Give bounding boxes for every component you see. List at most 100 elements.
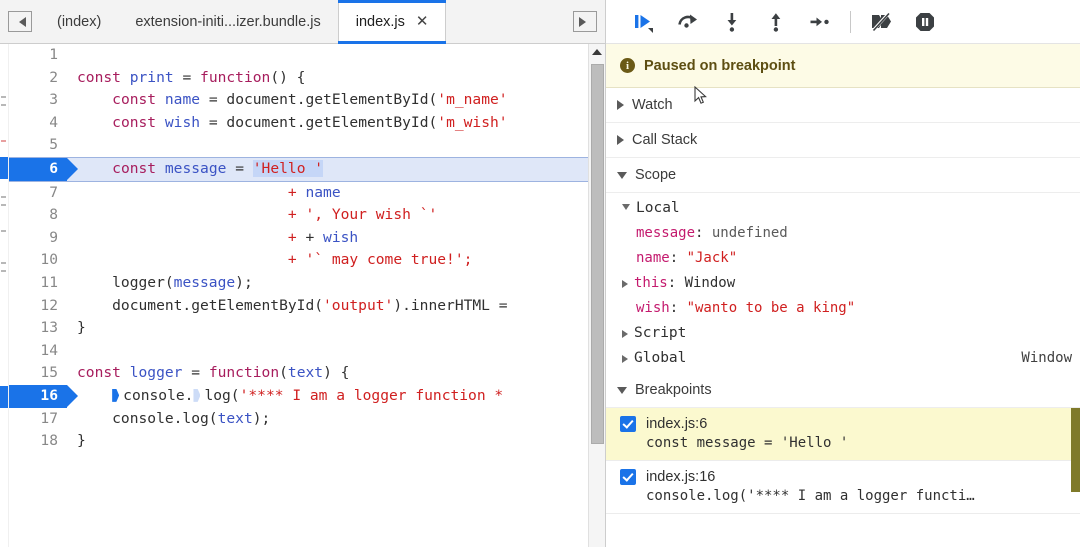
line-number[interactable]: 16	[9, 384, 78, 408]
step-out-button[interactable]	[754, 4, 798, 40]
step-button[interactable]	[798, 4, 842, 40]
line-number[interactable]: 7	[9, 182, 67, 205]
editor-pane: (index) extension-initi...izer.bundle.js…	[0, 0, 606, 547]
line-number[interactable]: 3	[9, 89, 67, 112]
code-line-text: const print = function() {	[67, 67, 605, 90]
code-line[interactable]: 2 const print = function() {	[9, 67, 605, 90]
scope-variable-name: message	[636, 225, 696, 241]
tab-extension-initializer-bundle[interactable]: extension-initi...izer.bundle.js	[118, 0, 338, 43]
code-line[interactable]: 5	[9, 134, 605, 157]
step-over-button[interactable]	[666, 4, 710, 40]
code-line-text: const logger = function(text) {	[67, 362, 605, 385]
code-line[interactable]: 11 logger(message);	[9, 272, 605, 295]
deactivate-breakpoints-button[interactable]	[859, 4, 903, 40]
scope-group-local[interactable]: Local	[606, 196, 1080, 221]
line-number[interactable]: 2	[9, 67, 67, 90]
code-line[interactable]: 14	[9, 340, 605, 363]
code-token: 'm_name'	[437, 91, 508, 109]
scope-variable-row[interactable]: this: Window	[606, 271, 1080, 296]
code-line[interactable]: 13}	[9, 317, 605, 340]
inline-breakpoint-icon[interactable]	[193, 389, 204, 402]
code-token: const	[77, 364, 121, 382]
line-number[interactable]: 9	[9, 227, 67, 250]
line-number[interactable]: 11	[9, 272, 67, 295]
code-line[interactable]: 3 const name = document.getElementById('…	[9, 89, 605, 112]
editor-vertical-scrollbar[interactable]	[588, 44, 605, 547]
code-token: }	[77, 319, 86, 337]
breakpoint-snippet: console.log('**** I am a logger functi…	[646, 488, 975, 504]
line-number[interactable]: 12	[9, 295, 67, 318]
code-line[interactable]: 1	[9, 44, 605, 67]
scroll-up-icon[interactable]	[589, 44, 605, 59]
line-number[interactable]: 18	[9, 430, 67, 453]
line-number[interactable]: 10	[9, 249, 67, 272]
code-lines[interactable]: 1 2 const print = function() {3 const name…	[9, 44, 605, 547]
tab-label: extension-initi...izer.bundle.js	[135, 13, 321, 30]
code-token: function	[200, 68, 271, 86]
line-number[interactable]: 17	[9, 408, 67, 431]
code-line-text: + '` may come true!';	[67, 249, 605, 272]
line-number[interactable]: 4	[9, 112, 67, 135]
scroll-tabs-left-button[interactable]	[0, 0, 40, 43]
code-line[interactable]: 4 const wish = document.getElementById('…	[9, 112, 605, 135]
step-into-button[interactable]	[710, 4, 754, 40]
code-line[interactable]: 8 + ', Your wish `'	[9, 204, 605, 227]
scope-variable-separator: :	[669, 250, 687, 266]
line-number[interactable]: 6	[9, 157, 78, 181]
section-watch[interactable]: Watch	[606, 88, 1080, 123]
line-number[interactable]: 5	[9, 134, 67, 157]
scope-variable-name: wish	[636, 300, 670, 316]
scrollbar-thumb[interactable]	[591, 64, 604, 444]
code-line[interactable]: 7 + name	[9, 182, 605, 205]
scope-variable-value: "Jack"	[686, 250, 738, 266]
section-call-stack[interactable]: Call Stack	[606, 123, 1080, 158]
scroll-tabs-right-button[interactable]	[565, 0, 605, 43]
section-label: Call Stack	[632, 132, 698, 148]
breakpoint-location[interactable]: index.js:6	[646, 416, 707, 432]
code-line[interactable]: 18}	[9, 430, 605, 453]
line-number[interactable]: 13	[9, 317, 67, 340]
section-scope[interactable]: Scope	[606, 158, 1080, 193]
chevron-down-icon	[617, 171, 627, 179]
scope-group-global[interactable]: Global Window	[606, 346, 1080, 371]
tab-label: (index)	[57, 13, 102, 30]
breakpoint-marker-line16	[0, 386, 8, 408]
resume-button[interactable]	[622, 4, 666, 40]
code-token: 'm_wish'	[437, 113, 508, 131]
breakpoint-location[interactable]: index.js:16	[646, 469, 715, 485]
breakpoint-item[interactable]: index.js:6 const message = 'Hello '	[606, 408, 1080, 461]
pause-on-exceptions-button[interactable]	[903, 4, 947, 40]
code-line[interactable]: 16 console. log('**** I am a logger funct…	[9, 384, 605, 408]
line-number[interactable]: 8	[9, 204, 67, 227]
code-token: console.log(	[77, 409, 218, 427]
code-line[interactable]: 17 console.log(text);	[9, 408, 605, 431]
line-number[interactable]: 14	[9, 340, 67, 363]
code-line[interactable]: 12 document.getElementById('output').inn…	[9, 295, 605, 318]
code-area[interactable]: 1 2 const print = function() {3 const name…	[0, 44, 605, 547]
code-token: const	[112, 159, 157, 177]
breakpoint-checkbox[interactable]	[620, 416, 636, 432]
breakpoints-scrollbar[interactable]	[1071, 408, 1080, 492]
line-number[interactable]: 15	[9, 362, 67, 385]
code-token: log(	[204, 386, 240, 404]
scope-group-script[interactable]: Script	[606, 321, 1080, 346]
scope-variable-name: this	[634, 275, 668, 291]
code-line[interactable]: 10 + '` may come true!';	[9, 249, 605, 272]
code-line[interactable]: 6 const message = 'Hello '	[9, 156, 605, 182]
toolbar-separator	[850, 10, 851, 33]
section-breakpoints[interactable]: Breakpoints	[606, 373, 1080, 408]
close-icon[interactable]: ✕	[416, 14, 429, 29]
inline-breakpoint-icon[interactable]	[112, 389, 123, 402]
breakpoints-list[interactable]: index.js:6 const message = 'Hello ' index.…	[606, 408, 1080, 547]
breakpoint-checkbox[interactable]	[620, 469, 636, 485]
code-line[interactable]: 15 const logger = function(text) {	[9, 362, 605, 385]
line-number[interactable]: 1	[9, 44, 67, 67]
tab-index[interactable]: (index)	[40, 0, 119, 43]
tab-index-js[interactable]: index.js ✕	[337, 0, 447, 44]
breakpoint-item[interactable]: index.js:16 console.log('**** I am a logg…	[606, 461, 1080, 514]
code-line[interactable]: 9 + + wish	[9, 227, 605, 250]
code-token: }	[77, 432, 86, 450]
